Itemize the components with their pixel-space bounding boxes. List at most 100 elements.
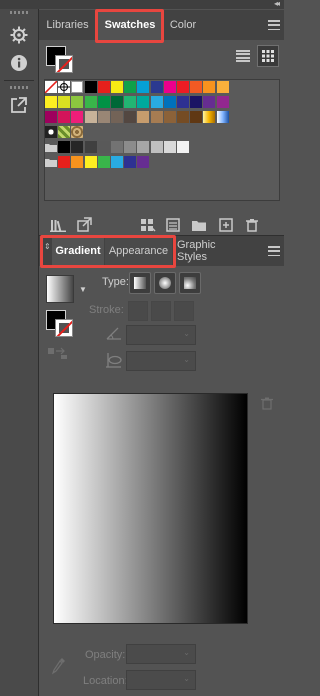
swatch-registration[interactable] [58, 81, 71, 93]
gradient-ramp[interactable] [54, 394, 247, 623]
angle-field[interactable]: ⌄ [126, 325, 196, 345]
swatch[interactable] [177, 96, 189, 108]
swatch-color-group-icon[interactable] [45, 141, 57, 153]
swatch-gradient[interactable] [203, 111, 216, 123]
swatch[interactable] [71, 141, 84, 153]
swatch[interactable] [84, 141, 97, 153]
swatch[interactable] [84, 111, 97, 123]
swatch[interactable] [163, 81, 176, 93]
swatch[interactable] [111, 111, 123, 123]
swatch[interactable] [124, 96, 137, 108]
thumbnail-view-icon[interactable] [257, 45, 279, 67]
swatch-pattern[interactable] [71, 126, 84, 138]
swatch-pattern[interactable] [58, 126, 71, 138]
swatch[interactable] [97, 111, 110, 123]
ship-wheel-icon[interactable] [7, 23, 31, 47]
swatch[interactable] [71, 156, 84, 168]
swatch[interactable] [163, 111, 176, 123]
swatch[interactable] [58, 96, 71, 108]
tab-color[interactable]: Color [165, 10, 201, 40]
swatch[interactable] [97, 156, 110, 168]
swatch[interactable] [124, 111, 137, 123]
info-icon[interactable] [7, 51, 31, 75]
list-view-icon[interactable] [234, 47, 252, 65]
swatch-gradient[interactable] [216, 111, 229, 123]
swatch[interactable] [58, 111, 71, 123]
swatch[interactable] [71, 111, 84, 123]
swatch[interactable] [137, 96, 150, 108]
swatch[interactable] [111, 81, 123, 93]
swatch[interactable] [97, 81, 110, 93]
show-kinds-icon[interactable] [140, 217, 156, 233]
delete-stop-icon[interactable] [261, 397, 273, 413]
tab-graphic-styles[interactable]: Graphic Styles [177, 236, 245, 266]
opacity-field[interactable]: ⌄ [126, 644, 196, 664]
swatch[interactable] [124, 81, 137, 93]
swatch[interactable] [150, 96, 163, 108]
swatch[interactable] [177, 81, 189, 93]
swatch-color-group-icon[interactable] [45, 156, 57, 168]
radial-gradient-button[interactable] [154, 272, 176, 294]
swatch[interactable] [177, 141, 189, 153]
swatch[interactable] [97, 141, 110, 153]
swatch[interactable] [97, 96, 110, 108]
tab-libraries[interactable]: Libraries [40, 10, 95, 40]
stroke-across-button[interactable] [174, 301, 194, 321]
swatch[interactable] [111, 141, 123, 153]
swatch[interactable] [124, 141, 137, 153]
swatch[interactable] [111, 156, 123, 168]
stroke-within-button[interactable] [128, 301, 148, 321]
swatch-pattern[interactable] [45, 126, 57, 138]
export-icon[interactable] [7, 93, 31, 117]
place-swatch-icon[interactable] [76, 217, 92, 233]
swatch[interactable] [190, 111, 203, 123]
swatch[interactable] [58, 156, 71, 168]
swatch-options-icon[interactable] [165, 217, 181, 233]
swatch[interactable] [216, 96, 229, 108]
swatch[interactable] [71, 96, 84, 108]
toolbar-grip[interactable] [10, 11, 28, 14]
swatch[interactable] [111, 96, 123, 108]
swatch[interactable] [163, 96, 176, 108]
swatch[interactable] [71, 81, 84, 93]
swatch-libraries-icon[interactable] [50, 217, 66, 233]
toolbar-grip[interactable] [10, 86, 28, 89]
aspect-ratio-field[interactable]: ⌄ [126, 351, 196, 371]
swatch[interactable] [190, 81, 203, 93]
eyedropper-icon[interactable] [51, 657, 66, 678]
swatch[interactable] [150, 141, 163, 153]
swatch[interactable] [137, 111, 150, 123]
swatch[interactable] [137, 141, 150, 153]
swatch[interactable] [163, 141, 176, 153]
swatch[interactable] [84, 81, 97, 93]
swatch[interactable] [58, 141, 71, 153]
swatch[interactable] [150, 81, 163, 93]
delete-swatch-icon[interactable] [244, 217, 260, 233]
swatch-none[interactable] [44, 80, 58, 94]
swatch[interactable] [150, 111, 163, 123]
gradient-menu-icon[interactable] [268, 246, 280, 256]
stroke-along-button[interactable] [151, 301, 171, 321]
collapse-icon[interactable]: ◂◂ [274, 0, 280, 8]
new-swatch-icon[interactable] [218, 217, 234, 233]
swatch[interactable] [177, 111, 189, 123]
swatch[interactable] [84, 96, 97, 108]
swatch[interactable] [137, 156, 150, 168]
gradient-preview-swatch[interactable] [46, 275, 74, 303]
swatch[interactable] [203, 81, 216, 93]
freeform-gradient-button[interactable] [179, 272, 201, 294]
swatch[interactable] [190, 96, 203, 108]
swatch[interactable] [137, 81, 150, 93]
swatch[interactable] [216, 81, 229, 93]
swatch[interactable] [45, 111, 57, 123]
gradient-stroke-swatch[interactable] [55, 319, 73, 337]
swatch[interactable] [124, 156, 137, 168]
stroke-swatch[interactable] [55, 55, 73, 73]
location-field[interactable]: ⌄ [126, 670, 196, 690]
swatch[interactable] [203, 96, 216, 108]
reverse-gradient-icon[interactable] [48, 346, 68, 363]
linear-gradient-button[interactable] [129, 272, 151, 294]
swatch[interactable] [45, 96, 57, 108]
gradient-dropdown-icon[interactable]: ▼ [79, 285, 87, 294]
swatches-menu-icon[interactable] [268, 20, 280, 30]
